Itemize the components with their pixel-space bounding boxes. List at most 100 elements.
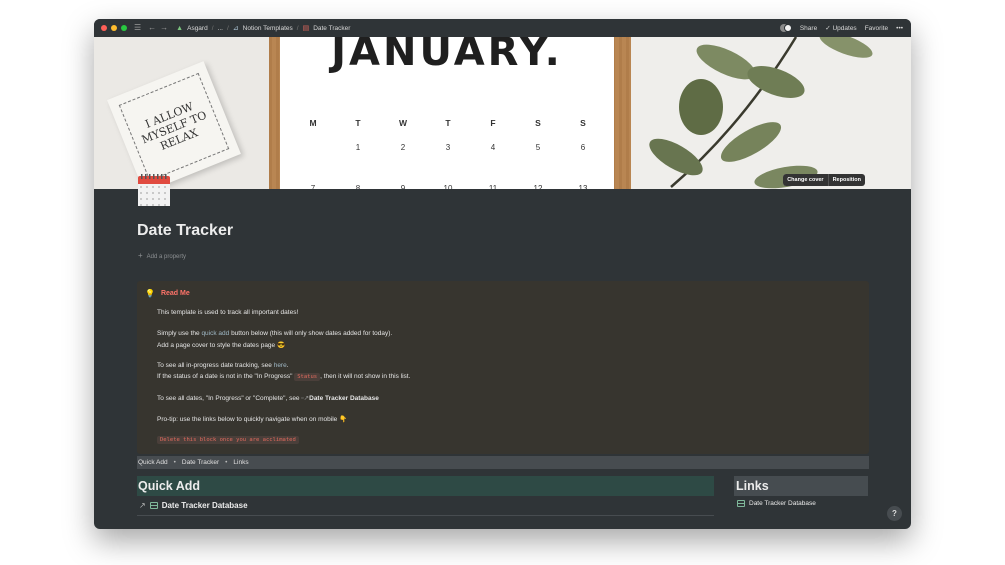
callout-text: If the status of a date is not in the "I… xyxy=(157,373,295,380)
callout-text: . xyxy=(286,362,289,369)
share-button[interactable]: Share xyxy=(800,25,817,32)
updates-label: Updates xyxy=(832,25,857,32)
callout-line: Pro-tip: use the links below to quickly … xyxy=(157,416,348,423)
favorite-button[interactable]: Favorite xyxy=(865,25,888,32)
calendar-icon[interactable] xyxy=(138,174,170,206)
cover-background-right xyxy=(631,37,911,189)
mountain-icon: ▲ xyxy=(176,24,184,32)
callout-text: To see all dates, "In Progress" or "Comp… xyxy=(157,395,302,402)
callout-line: If the status of a date is not in the "I… xyxy=(157,373,411,381)
callout-header: 💡 Read Me xyxy=(145,289,190,298)
breadcrumb-item-notion-templates[interactable]: Notion Templates xyxy=(243,25,293,32)
database-icon: ▫↗ xyxy=(301,395,310,402)
calendar-day: 4 xyxy=(490,142,496,152)
title-bar: ☰ ← → ▲ Asgard / ... / ⊿ Notion Template… xyxy=(94,19,911,37)
nav-separator: • xyxy=(225,459,228,466)
calendar-day: 7 xyxy=(310,183,316,190)
quick-nav-bar: Quick Add • Date Tracker • Links xyxy=(137,456,869,469)
calendar-day: 1 xyxy=(355,142,361,152)
nav-link-date-tracker[interactable]: Date Tracker xyxy=(182,459,219,466)
weekday-label: F xyxy=(490,118,496,128)
callout-text: Simply use the xyxy=(157,330,202,337)
lightbulb-icon: 💡 xyxy=(145,289,155,298)
callout-line: This template is used to track all impor… xyxy=(157,309,299,316)
callout-text: button below (this will only show dates … xyxy=(229,330,393,337)
callout-line: Delete this block once you are acclimate… xyxy=(157,436,299,444)
delete-block-code: Delete this block once you are acclimate… xyxy=(157,436,299,444)
breadcrumb-separator: / xyxy=(296,24,299,32)
calendar-day: 12 xyxy=(533,183,543,190)
page-cover: I ALLOW MYSELF TO RELAX JANUARY. M T W T… xyxy=(94,37,911,189)
weekday-label: W xyxy=(398,118,408,128)
back-arrow-icon[interactable]: ← xyxy=(148,24,156,32)
add-property-label: Add a property xyxy=(146,254,187,260)
breadcrumb-item-ellipsis[interactable]: ... xyxy=(218,25,223,32)
callout-text: , then it will not show in this list. xyxy=(320,373,411,380)
here-link[interactable]: here xyxy=(274,362,287,369)
quick-add-database-label: Date Tracker Database xyxy=(161,501,248,510)
weekday-label: T xyxy=(445,118,451,128)
callout-line: To see all dates, "In Progress" or "Comp… xyxy=(157,394,379,402)
window-controls xyxy=(101,25,127,31)
date-tracker-database-link[interactable]: Date Tracker Database xyxy=(309,395,379,402)
quick-add-database-link[interactable]: ↗ Date Tracker Database xyxy=(139,501,248,510)
breadcrumb-item-asgard[interactable]: Asgard xyxy=(187,25,208,32)
titlebar-actions: Share ✓ Updates Favorite ••• xyxy=(779,19,903,37)
links-heading: Links xyxy=(734,476,868,496)
breadcrumb-item-date-tracker[interactable]: Date Tracker xyxy=(313,25,350,32)
weekday-label: M xyxy=(309,118,317,128)
help-button[interactable]: ? xyxy=(887,506,902,521)
calendar-day: 13 xyxy=(578,183,588,190)
cover-controls: Change cover Reposition xyxy=(783,174,865,186)
cover-calendar-weekdays: M T W T F S S xyxy=(298,111,598,135)
calendar-day: 2 xyxy=(400,142,406,152)
leaf-branch-image xyxy=(649,37,873,189)
plus-icon: + xyxy=(138,251,143,260)
calendar-day: 11 xyxy=(488,183,498,190)
quick-add-heading: Quick Add xyxy=(137,476,714,496)
links-item-date-tracker-database[interactable]: Date Tracker Database xyxy=(737,500,816,507)
database-icon xyxy=(737,500,745,507)
close-window-button[interactable] xyxy=(101,25,107,31)
database-icon xyxy=(149,502,158,509)
minimize-window-button[interactable] xyxy=(111,25,117,31)
nav-link-links[interactable]: Links xyxy=(233,459,248,466)
breadcrumb-separator: / xyxy=(211,24,214,32)
sidebar-menu-icon[interactable]: ☰ xyxy=(134,24,141,32)
change-cover-button[interactable]: Change cover xyxy=(783,174,828,186)
calendar-day: 10 xyxy=(443,183,453,190)
avatar[interactable] xyxy=(779,23,792,33)
calendar-day: 6 xyxy=(580,142,586,152)
cover-calendar-month: JANUARY. xyxy=(331,37,563,75)
ruler-icon: ⊿ xyxy=(232,25,239,32)
calendar-day: 9 xyxy=(400,183,406,190)
more-options-button[interactable]: ••• xyxy=(896,25,903,32)
calendar-day: 3 xyxy=(445,142,451,152)
cover-calendar-week-1: 1 2 3 4 5 6 xyxy=(298,135,598,159)
breadcrumb-separator: / xyxy=(226,24,229,32)
callout-title: Read Me xyxy=(160,290,190,297)
weekday-label: T xyxy=(355,118,361,128)
nav-separator: • xyxy=(173,459,176,466)
nav-link-quick-add[interactable]: Quick Add xyxy=(138,459,168,466)
app-window: ☰ ← → ▲ Asgard / ... / ⊿ Notion Template… xyxy=(94,19,911,529)
reposition-button[interactable]: Reposition xyxy=(827,174,865,186)
add-property-button[interactable]: + Add a property xyxy=(138,251,186,260)
callout-text: To see all in-progress date tracking, se… xyxy=(157,362,274,369)
links-item-label: Date Tracker Database xyxy=(749,500,816,507)
calendar-day: 8 xyxy=(355,183,361,190)
cover-calendar-grid: M T W T F S S 1 2 3 4 5 6 7 8 9 10 11 12… xyxy=(298,111,598,189)
status-code: Status xyxy=(294,373,321,381)
updates-button[interactable]: ✓ Updates xyxy=(825,24,856,32)
page-title[interactable]: Date Tracker xyxy=(137,222,233,240)
forward-arrow-icon[interactable]: → xyxy=(160,24,168,32)
link-arrow-icon: ↗ xyxy=(139,501,146,510)
read-me-callout[interactable]: 💡 Read Me This template is used to track… xyxy=(137,281,869,454)
cover-calendar-week-2: 7 8 9 10 11 12 13 xyxy=(298,176,598,190)
maximize-window-button[interactable] xyxy=(121,25,127,31)
quick-add-link[interactable]: quick add xyxy=(201,330,229,337)
calendar-icon: ▤ xyxy=(302,25,310,32)
cover-note-text: I ALLOW MYSELF TO RELAX xyxy=(118,72,230,182)
calendar-day: 5 xyxy=(535,142,541,152)
weekday-label: S xyxy=(535,118,541,128)
